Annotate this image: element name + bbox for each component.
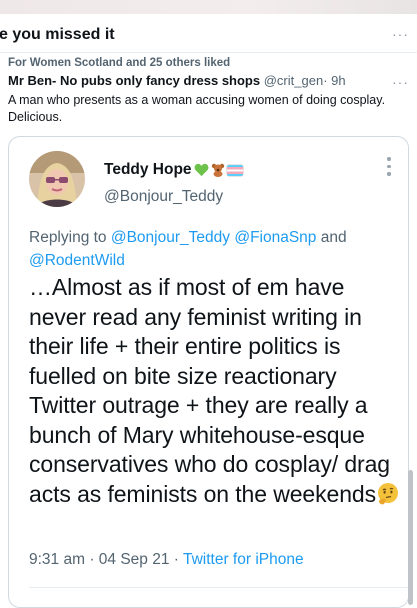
section-more-icon[interactable]: ··· (392, 26, 409, 42)
section-title: e you missed it (0, 26, 115, 43)
quoted-body: …Almost as if most of em have never read… (29, 274, 390, 507)
teddy-bear-icon (211, 163, 224, 177)
author-handle[interactable]: @crit_gen (264, 73, 323, 88)
quoted-source[interactable]: Twitter for iPhone (183, 551, 304, 568)
quoted-tweet-screenshot: Teddy Hope @Bonjour_Teddy Replying to @B… (14, 141, 408, 607)
quoted-meta: 9:31 am · 04 Sep 21 · Twitter for iPhone (29, 551, 304, 568)
author-name[interactable]: Mr Ben- No pubs only fancy dress shops (8, 73, 260, 88)
quoted-time[interactable]: 9:31 am (29, 551, 85, 568)
quoted-divider (29, 587, 408, 588)
top-banner-strip (0, 0, 417, 14)
quoted-display-name[interactable]: Teddy Hope (104, 161, 192, 179)
replying-prefix: Replying to (29, 229, 107, 246)
transgender-flag-icon (226, 164, 243, 176)
tweet-more-icon[interactable]: ··· (392, 74, 409, 90)
avatar (29, 151, 85, 207)
tweet-time[interactable]: · 9h (323, 73, 345, 88)
tweet-text: A man who presents as a woman accusing w… (8, 93, 386, 124)
tweet-author-line: Mr Ben- No pubs only fancy dress shops @… (8, 73, 346, 88)
reply-mention-1[interactable]: @Bonjour_Teddy (111, 229, 230, 246)
reply-mention-2[interactable]: @FionaSnp (234, 229, 316, 246)
section-divider (0, 52, 417, 53)
scrollbar[interactable] (408, 470, 413, 605)
quoted-body-text: …Almost as if most of em have never read… (29, 273, 407, 509)
replying-to: Replying to @Bonjour_Teddy @FionaSnp and… (29, 226, 389, 272)
quoted-image[interactable]: Teddy Hope @Bonjour_Teddy Replying to @B… (8, 136, 409, 608)
liked-by-context[interactable]: For Women Scotland and 25 others liked (8, 57, 230, 69)
quoted-display-name-line: Teddy Hope (104, 161, 243, 179)
quoted-more-icon (386, 157, 392, 180)
quoted-handle[interactable]: @Bonjour_Teddy (104, 188, 223, 206)
reply-and: and (320, 229, 347, 246)
quoted-date[interactable]: 04 Sep 21 (99, 551, 170, 568)
green-heart-icon (194, 163, 208, 177)
reply-mention-3[interactable]: @RodentWild (29, 252, 125, 269)
thinking-face-icon (378, 482, 398, 504)
